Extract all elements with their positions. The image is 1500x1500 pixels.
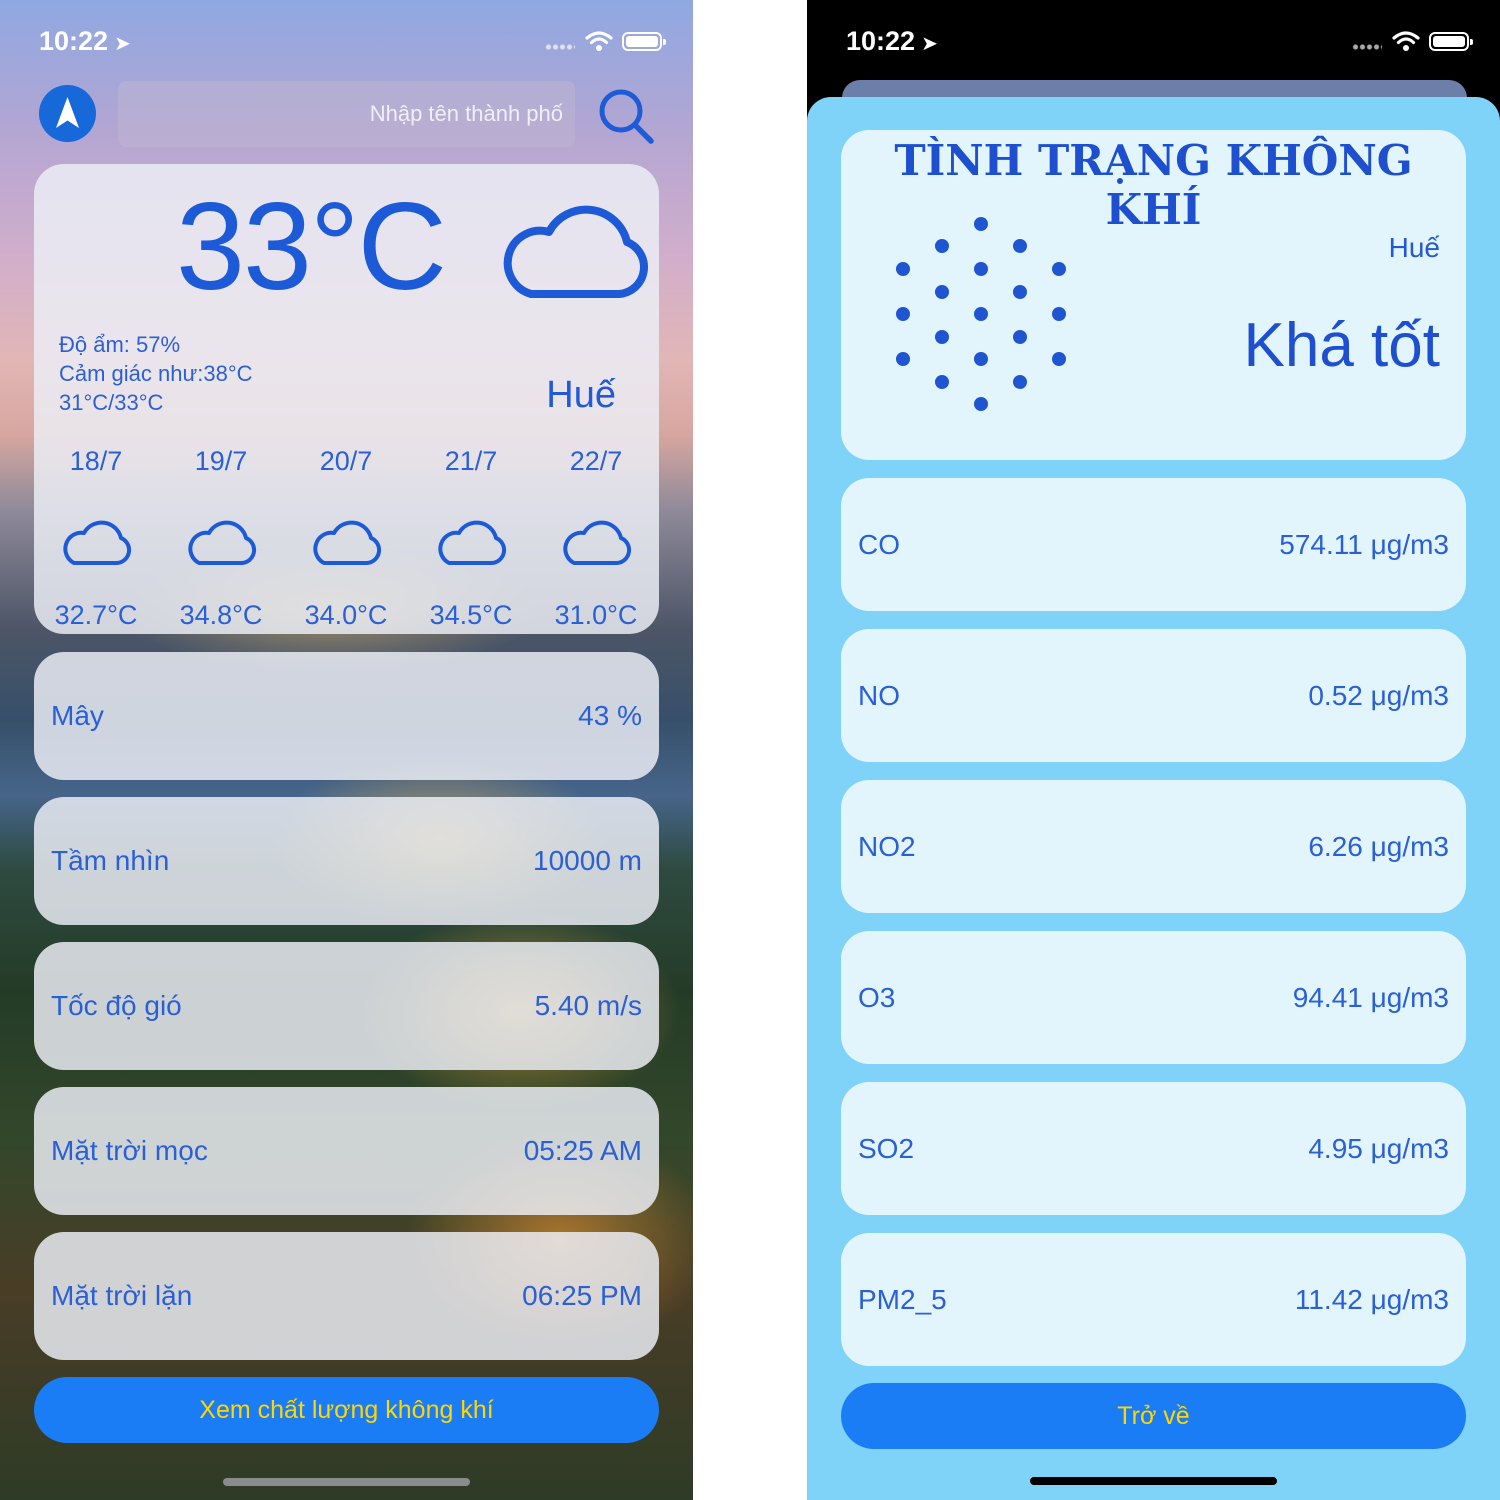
current-weather-card: 33°C Độ ẩm: 57% Cảm giác như:38°C 31°C/3… [34, 164, 659, 634]
pollutant-row: SO2 4.95 μg/m3 [841, 1082, 1466, 1215]
forecast-temp: 34.0°C [304, 600, 388, 630]
pollutant-value: 574.11 μg/m3 [1279, 529, 1449, 560]
air-quality-screen: 10:22 ➤ TÌNH TRẠNG KHÔNG KHÍ Huế Khá tốt… [807, 0, 1500, 1500]
stat-value: 43 % [578, 700, 642, 731]
forecast-day: 18/7 32.7°C [46, 446, 146, 631]
pollutant-name: NO [858, 680, 900, 711]
cloud-icon [313, 520, 382, 565]
cloud-cover-row: Mây 43 % [34, 652, 659, 780]
pollutant-name: SO2 [858, 1133, 915, 1164]
forecast-temp: 34.5°C [429, 600, 513, 630]
forecast-day: 22/7 31.0°C [546, 446, 646, 631]
pollutant-row: NO2 6.26 μg/m3 [841, 780, 1466, 913]
stat-value: 5.40 m/s [534, 990, 642, 1021]
home-indicator[interactable] [1030, 1477, 1277, 1485]
signal-icon [1352, 44, 1382, 50]
wifi-icon [585, 31, 613, 51]
pollutant-name: NO2 [858, 831, 916, 862]
stat-label: Mặt trời lặn [51, 1280, 193, 1311]
forecast-day: 20/7 34.0°C [296, 446, 396, 631]
forecast-date: 22/7 [569, 446, 623, 476]
air-quality-button[interactable]: Xem chất lượng không khí [34, 1377, 659, 1443]
stat-value: 06:25 PM [522, 1280, 642, 1311]
wifi-icon [1392, 31, 1420, 51]
cloud-icon [438, 520, 507, 565]
status-time: 10:22 ➤ [39, 26, 131, 56]
navigation-arrow-icon [56, 97, 79, 128]
location-arrow-icon: ➤ [921, 33, 938, 55]
signal-icon [545, 44, 575, 50]
forecast-date: 21/7 [444, 446, 498, 476]
pollutant-row: NO 0.52 μg/m3 [841, 629, 1466, 762]
sunset-row: Mặt trời lặn 06:25 PM [34, 1232, 659, 1360]
feels-like-text: Cảm giác như:38°C [59, 361, 253, 386]
pollutant-value: 11.42 μg/m3 [1294, 1284, 1449, 1315]
battery-icon [622, 32, 666, 51]
pollutant-name: O3 [858, 982, 896, 1013]
pollutant-row: CO 574.11 μg/m3 [841, 478, 1466, 611]
forecast-temp: 34.8°C [179, 600, 263, 630]
search-icon[interactable] [596, 86, 656, 146]
air-quality-summary-card: TÌNH TRẠNG KHÔNG KHÍ Huế Khá tốt [841, 130, 1466, 460]
pollutant-name: CO [858, 529, 900, 560]
weather-screen: 10:22➤ 33°C Độ ẩm: 57% Cảm giác như:38°C… [0, 0, 693, 1500]
air-quality-sheet: TÌNH TRẠNG KHÔNG KHÍ Huế Khá tốt CO 574.… [807, 97, 1500, 1500]
wind-speed-row: Tốc độ gió 5.40 m/s [34, 942, 659, 1070]
status-icons [545, 30, 670, 54]
stat-label: Mặt trời mọc [51, 1135, 208, 1166]
cloud-icon [503, 205, 648, 298]
city-search-input[interactable] [118, 81, 575, 147]
current-temperature: 33°C [176, 178, 447, 316]
forecast-date: 20/7 [319, 446, 373, 476]
forecast-date: 18/7 [69, 446, 123, 476]
stat-value: 10000 m [533, 845, 642, 876]
status-icons [1352, 30, 1477, 54]
forecast-temp: 31.0°C [554, 600, 638, 630]
pollutant-value: 4.95 μg/m3 [1308, 1133, 1449, 1164]
status-time: 10:22 ➤ [846, 26, 938, 56]
pollutant-row: PM2_5 11.42 μg/m3 [841, 1233, 1466, 1366]
stat-value: 05:25 AM [523, 1135, 642, 1166]
pollutant-value: 6.26 μg/m3 [1308, 831, 1449, 862]
forecast-day: 19/7 34.8°C [171, 446, 271, 631]
city-name: Huế [546, 374, 616, 416]
forecast-date: 19/7 [194, 446, 248, 476]
cloud-icon [188, 520, 257, 565]
humidity-text: Độ ẩm: 57% [59, 332, 181, 357]
stat-label: Tầm nhìn [51, 845, 170, 876]
cloud-icon [563, 520, 632, 565]
sunrise-row: Mặt trời mọc 05:25 AM [34, 1087, 659, 1215]
pollutant-value: 0.52 μg/m3 [1308, 680, 1449, 711]
air-dots-icon [896, 217, 1066, 411]
forecast-temp: 32.7°C [54, 600, 138, 630]
location-arrow-icon: ➤ [114, 33, 131, 55]
city-name: Huế [1388, 232, 1440, 263]
pollutant-value: 94.41 μg/m3 [1292, 982, 1449, 1013]
temp-range-text: 31°C/33°C [59, 390, 164, 415]
air-quality-status: Khá tốt [1243, 311, 1440, 380]
pollutant-name: PM2_5 [858, 1284, 947, 1315]
forecast-day: 21/7 34.5°C [421, 446, 521, 631]
stat-label: Mây [51, 700, 104, 731]
current-location-button[interactable] [39, 85, 96, 142]
back-button[interactable]: Trở về [841, 1383, 1466, 1449]
battery-icon [1429, 32, 1473, 51]
stat-label: Tốc độ gió [51, 990, 182, 1021]
home-indicator[interactable] [223, 1478, 470, 1486]
weather-details: Độ ẩm: 57% Cảm giác như:38°C 31°C/33°C [59, 330, 253, 417]
pollutant-row: O3 94.41 μg/m3 [841, 931, 1466, 1064]
cloud-icon [63, 520, 132, 565]
visibility-row: Tầm nhìn 10000 m [34, 797, 659, 925]
